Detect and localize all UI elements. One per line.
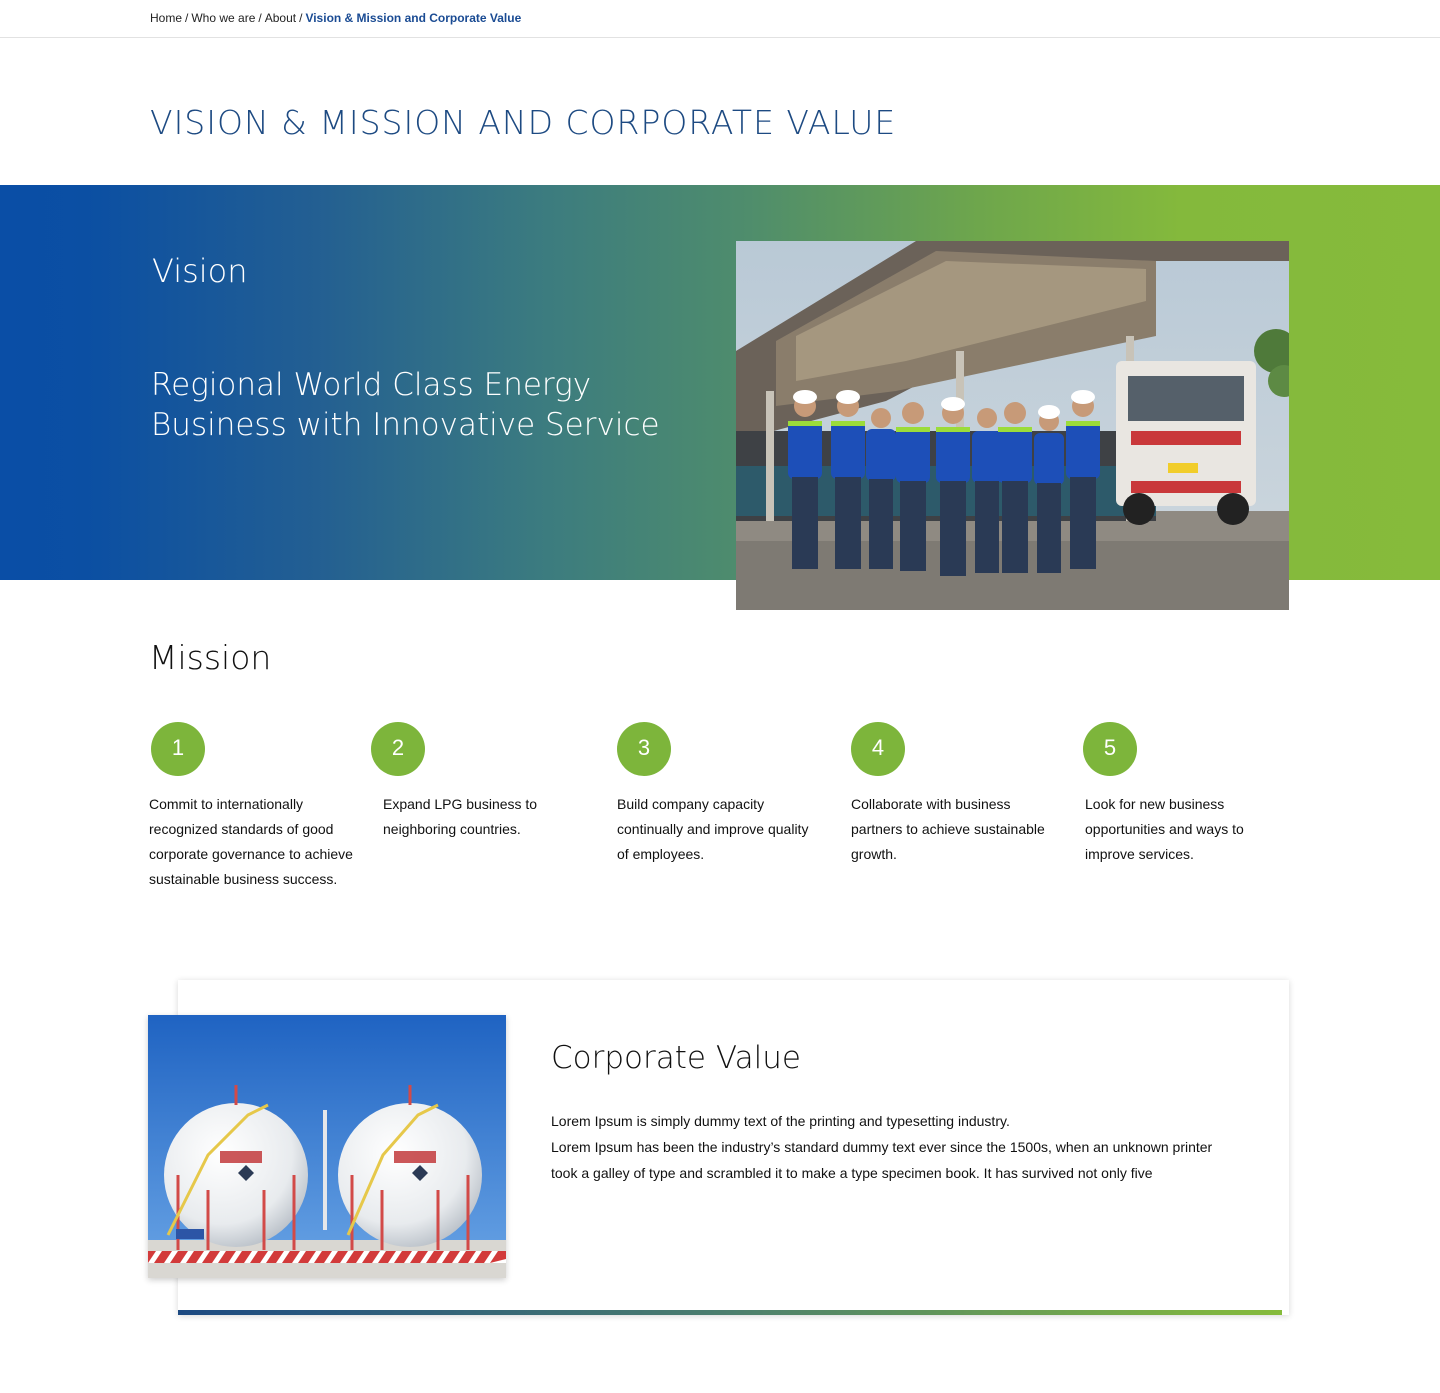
mission-item: 1 Commit to internationally recognized s… <box>149 722 353 887</box>
lpg-tank-photo-image <box>148 1015 506 1278</box>
mission-item: 2 Expand LPG business to neighboring cou… <box>371 722 537 837</box>
mission-item: 5 Look for new business opportunities an… <box>1083 722 1244 862</box>
corporate-value-body: Lorem Ipsum is simply dummy text of the … <box>551 1108 1241 1186</box>
lpg-tank-photo <box>148 1015 506 1278</box>
breadcrumb-bar: Home / Who we are / About / Vision & Mission a… <box>0 0 1440 38</box>
corporate-value-paragraph: Lorem Ipsum has been the industry’s stan… <box>551 1139 1213 1181</box>
breadcrumb-separator: / <box>299 11 303 25</box>
vision-statement-line: Regional World Class Energy <box>151 367 592 403</box>
breadcrumb-about-link[interactable]: About <box>265 11 296 25</box>
gradient-underline <box>178 1310 1282 1315</box>
corporate-value-heading: Corporate Value <box>551 1040 801 1076</box>
corporate-value-paragraph: Lorem Ipsum is simply dummy text of the … <box>551 1113 1010 1129</box>
breadcrumb-separator: / <box>185 11 189 25</box>
breadcrumb-home-link[interactable]: Home <box>150 11 182 25</box>
mission-number-badge: 1 <box>151 722 205 776</box>
vision-statement: Regional World Class Energy Business wit… <box>151 365 691 445</box>
page-title: VISION & MISSION AND CORPORATE VALUE <box>150 103 897 142</box>
breadcrumb: Home / Who we are / About / Vision & Mission a… <box>150 11 521 25</box>
mission-number-badge: 4 <box>851 722 905 776</box>
team-photo-image <box>736 241 1289 610</box>
breadcrumb-who-we-are-link[interactable]: Who we are <box>191 11 255 25</box>
mission-item: 4 Collaborate with business partners to … <box>851 722 1045 862</box>
team-photo <box>736 241 1289 610</box>
mission-heading: Mission <box>149 638 272 677</box>
mission-text: Build company capacity continually and i… <box>617 796 809 862</box>
mission-text: Look for new business opportunities and … <box>1085 796 1244 862</box>
mission-text: Expand LPG business to neighboring count… <box>383 796 538 837</box>
breadcrumb-separator: / <box>258 11 262 25</box>
mission-text: Commit to internationally recognized sta… <box>149 796 353 887</box>
mission-number-badge: 5 <box>1083 722 1137 776</box>
vision-heading: Vision <box>152 252 248 290</box>
mission-item: 3 Build company capacity continually and… <box>617 722 808 862</box>
breadcrumb-current: Vision & Mission and Corporate Value <box>305 11 522 25</box>
vision-statement-line: Business with Innovative Service <box>151 407 660 443</box>
mission-number-badge: 2 <box>371 722 425 776</box>
mission-number-badge: 3 <box>617 722 671 776</box>
mission-text: Collaborate with business partners to ac… <box>851 796 1045 862</box>
